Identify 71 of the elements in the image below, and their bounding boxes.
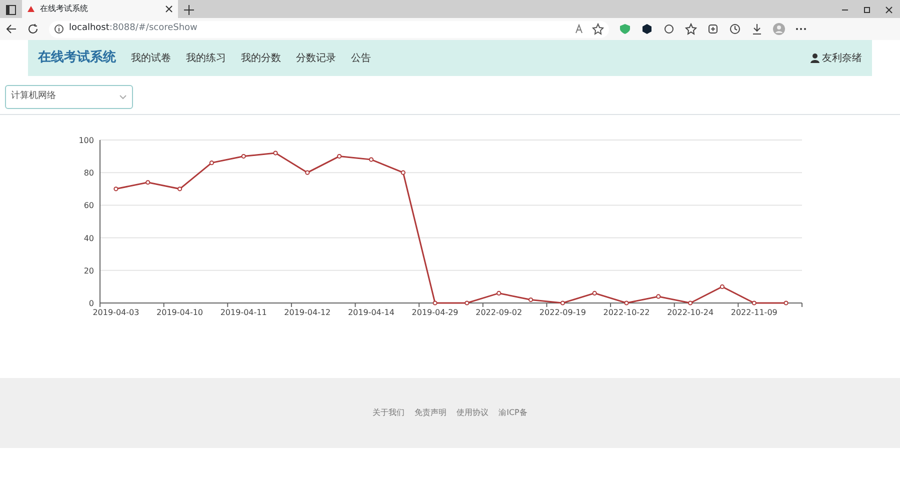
site-title[interactable]: 在线考试系统 [38, 48, 116, 68]
data-point [624, 300, 629, 306]
user-name[interactable]: 友利奈绪 [822, 50, 862, 66]
caret-icon [119, 93, 127, 101]
close-icon[interactable] [883, 4, 895, 16]
nav-link[interactable]: 分数记录 [296, 50, 336, 66]
y-tick-label: 80 [84, 168, 94, 178]
plus-icon[interactable] [183, 4, 195, 16]
user-icon [810, 53, 820, 63]
y-tick-label: 40 [84, 234, 94, 243]
subject-select[interactable]: 计算机网络 [5, 85, 133, 109]
x-tick-label: 2019-04-10 [156, 308, 204, 317]
x-tick-label: 2022-10-24 [667, 308, 714, 317]
data-point [432, 300, 438, 306]
data-point [241, 154, 246, 159]
data-point [528, 297, 534, 302]
y-tick-label: 100 [78, 136, 94, 145]
data-point [114, 186, 118, 192]
collections-icon[interactable] [707, 23, 719, 35]
x-tick-label: 2022-09-19 [539, 308, 586, 317]
address-bar[interactable]: localhost:8088/#/scoreShow [49, 20, 609, 38]
data-point [273, 150, 278, 156]
hexagon-icon[interactable] [641, 23, 653, 35]
x-tick-label: 2019-04-03 [92, 308, 140, 317]
data-point [177, 186, 182, 192]
favorites-icon[interactable] [685, 23, 697, 35]
nav-link[interactable]: 我的练习 [186, 50, 226, 66]
browser-tab[interactable]: 在线考试系统 [22, 0, 178, 18]
info-icon [54, 24, 64, 34]
footer-link[interactable]: 使用协议 [456, 407, 489, 419]
x-tick-label: 2019-04-11 [220, 308, 267, 317]
history-icon[interactable] [729, 23, 741, 35]
x-tick-label: 2019-04-14 [348, 308, 394, 317]
footer-link[interactable]: 关于我们 [372, 407, 405, 419]
x-tick-label: 2019-04-12 [284, 308, 331, 317]
x-tick-label: 2022-10-22 [603, 308, 650, 317]
nav-link[interactable]: 公告 [351, 50, 371, 66]
data-point [592, 290, 597, 296]
data-point [688, 300, 693, 306]
data-point [368, 157, 374, 162]
data-point [656, 294, 661, 299]
nav-link[interactable]: 我的试卷 [131, 50, 171, 66]
y-tick-label: 20 [84, 266, 94, 276]
footer-link[interactable]: 渝ICP备 [498, 407, 528, 419]
url-text: localhost:8088/#/scoreShow [69, 22, 198, 36]
data-point [720, 284, 725, 289]
data-point [496, 290, 502, 296]
star-icon[interactable] [592, 23, 604, 35]
nav-link[interactable]: 我的分数 [241, 50, 281, 66]
x-tick-label: 2019-04-29 [412, 308, 458, 317]
footer-link[interactable]: 免责声明 [414, 407, 447, 419]
x-tick-label: 2022-09-02 [476, 308, 522, 317]
tab-title: 在线考试系统 [40, 3, 88, 15]
y-tick-label: 0 [88, 299, 94, 308]
close-icon[interactable] [165, 5, 173, 13]
refresh-icon[interactable] [27, 23, 39, 35]
data-point [400, 170, 406, 175]
data-point [337, 154, 342, 159]
data-point [464, 300, 470, 306]
y-tick-label: 60 [84, 201, 94, 210]
download-icon[interactable] [751, 23, 763, 35]
tab-list-icon[interactable] [5, 4, 17, 16]
triangle-icon [27, 5, 35, 13]
data-point [209, 160, 214, 166]
x-tick-label: 2022-11-09 [730, 308, 778, 317]
data-point [752, 300, 756, 306]
data-point [560, 300, 565, 306]
back-icon[interactable] [5, 23, 17, 35]
data-point [784, 300, 788, 306]
data-point [146, 180, 150, 185]
data-point [305, 170, 310, 175]
